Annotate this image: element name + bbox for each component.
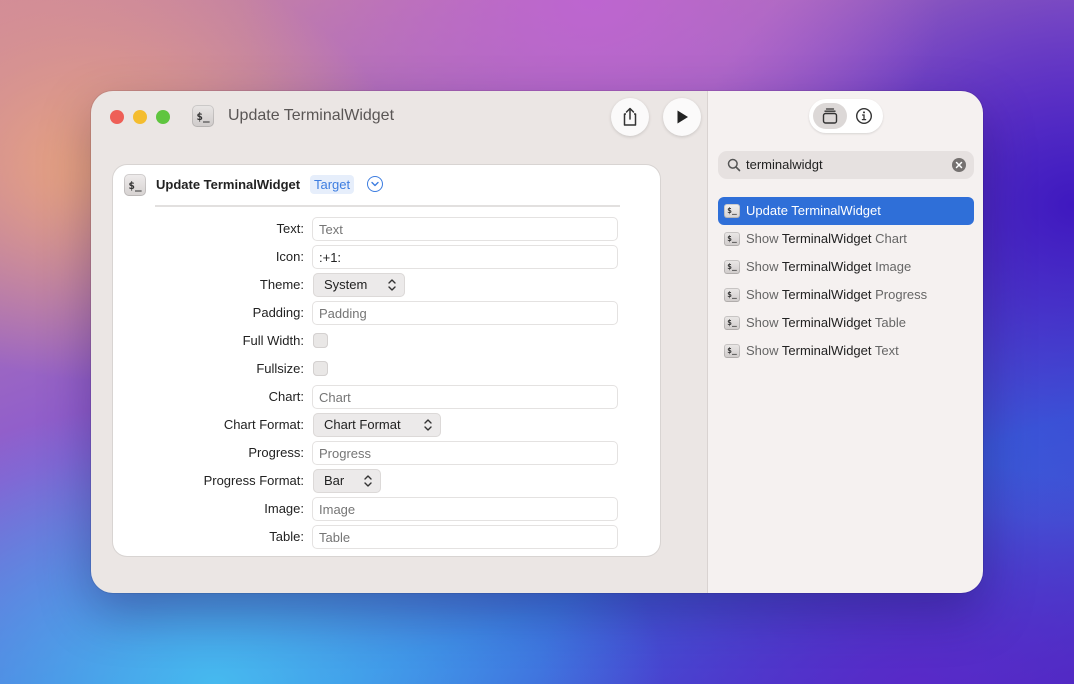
library-icon [822,108,838,124]
close-window-button[interactable] [110,110,124,124]
chart-label: Chart: [268,389,304,404]
editor-pane: $_ Update TerminalWidget $_ Update Termi… [91,91,707,593]
result-label: Show TerminalWidget Progress [746,287,928,302]
terminal-widget-icon: $_ [724,232,740,246]
result-show-terminalwidget-image[interactable]: $_ Show TerminalWidget Image [718,253,974,281]
full-width-checkbox[interactable] [313,333,328,348]
sidebar-segmented-control [809,99,883,133]
image-label: Image: [264,501,304,516]
share-icon [623,107,637,126]
text-field[interactable] [312,217,618,241]
fullsize-label: Fullsize: [256,361,304,376]
progress-label: Progress: [248,445,304,460]
full-width-label: Full Width: [242,333,304,348]
terminal-widget-icon: $_ [724,204,740,218]
row-chart-format: Chart Format: Chart Format [113,413,660,437]
progress-format-label: Progress Format: [203,473,304,488]
expand-chevron-icon[interactable] [367,176,383,192]
table-field[interactable] [312,525,618,549]
result-show-terminalwidget-text[interactable]: $_ Show TerminalWidget Text [718,337,974,365]
updown-chevron-icon [364,475,372,487]
result-label: Show TerminalWidget Image [746,259,912,274]
image-field[interactable] [312,497,618,521]
search-bar [718,151,974,179]
library-tab[interactable] [813,103,847,129]
clear-search-button[interactable] [952,158,966,172]
run-button[interactable] [663,98,701,136]
row-fullsize: Fullsize: [113,357,660,381]
terminal-widget-icon: $_ [724,288,740,302]
result-label: Show TerminalWidget Table [746,315,906,330]
table-label: Table: [269,529,304,544]
row-progress-format: Progress Format: Bar [113,469,660,493]
progress-field[interactable] [312,441,618,465]
row-icon: Icon: [113,245,660,269]
chart-format-selected-value: Chart Format [324,417,401,432]
chart-field[interactable] [312,385,618,409]
padding-label: Padding: [252,305,304,320]
shortcuts-window: $_ Update TerminalWidget $_ Update Termi… [91,91,983,593]
card-divider [155,205,620,207]
search-results-list: $_ Update TerminalWidget $_ Show Termina… [718,197,974,365]
row-chart: Chart: [113,385,660,409]
result-label: Show TerminalWidget Text [746,343,899,358]
fullsize-checkbox[interactable] [313,361,328,376]
text-label: Text: [276,221,304,236]
info-icon [855,107,873,125]
terminal-widget-icon: $_ [724,344,740,358]
chart-format-label: Chart Format: [223,417,304,432]
terminal-widget-icon: $_ [124,174,146,196]
result-label: Update TerminalWidget [746,203,881,218]
search-input[interactable] [746,151,946,179]
window-title: Update TerminalWidget [228,107,395,124]
theme-label: Theme: [259,277,304,292]
action-title: Update TerminalWidget [156,177,301,192]
action-card: $_ Update TerminalWidget Target Text: Ic… [113,165,660,556]
close-icon [955,161,963,169]
padding-field[interactable] [312,301,618,325]
updown-chevron-icon [424,419,432,431]
updown-chevron-icon [388,279,396,291]
info-tab[interactable] [849,103,879,129]
play-icon [677,110,688,124]
result-label: Show TerminalWidget Chart [746,231,907,246]
theme-select[interactable]: System [313,273,405,297]
terminal-widget-icon: $_ [724,316,740,330]
terminal-app-icon: $_ [192,105,214,127]
progress-format-selected-value: Bar [324,473,345,488]
result-show-terminalwidget-progress[interactable]: $_ Show TerminalWidget Progress [718,281,974,309]
target-parameter[interactable]: Target [310,175,355,194]
actions-sidebar: $_ Update TerminalWidget $_ Show Termina… [707,91,983,593]
maximize-window-button[interactable] [156,110,170,124]
icon-field[interactable] [312,245,618,269]
row-theme: Theme: System [113,273,660,297]
row-full-width: Full Width: [113,329,660,353]
row-padding: Padding: [113,301,660,325]
share-button[interactable] [611,98,649,136]
theme-selected-value: System [324,277,368,292]
terminal-widget-icon: $_ [724,260,740,274]
progress-format-select[interactable]: Bar [313,469,381,493]
result-show-terminalwidget-table[interactable]: $_ Show TerminalWidget Table [718,309,974,337]
minimize-window-button[interactable] [133,110,147,124]
icon-label: Icon: [275,249,304,264]
row-table: Table: [113,525,660,549]
row-image: Image: [113,497,660,521]
result-show-terminalwidget-chart[interactable]: $_ Show TerminalWidget Chart [718,225,974,253]
result-update-terminalwidget[interactable]: $_ Update TerminalWidget [718,197,974,225]
row-progress: Progress: [113,441,660,465]
chart-format-select[interactable]: Chart Format [313,413,441,437]
search-icon [727,158,741,172]
row-text: Text: [113,217,660,241]
